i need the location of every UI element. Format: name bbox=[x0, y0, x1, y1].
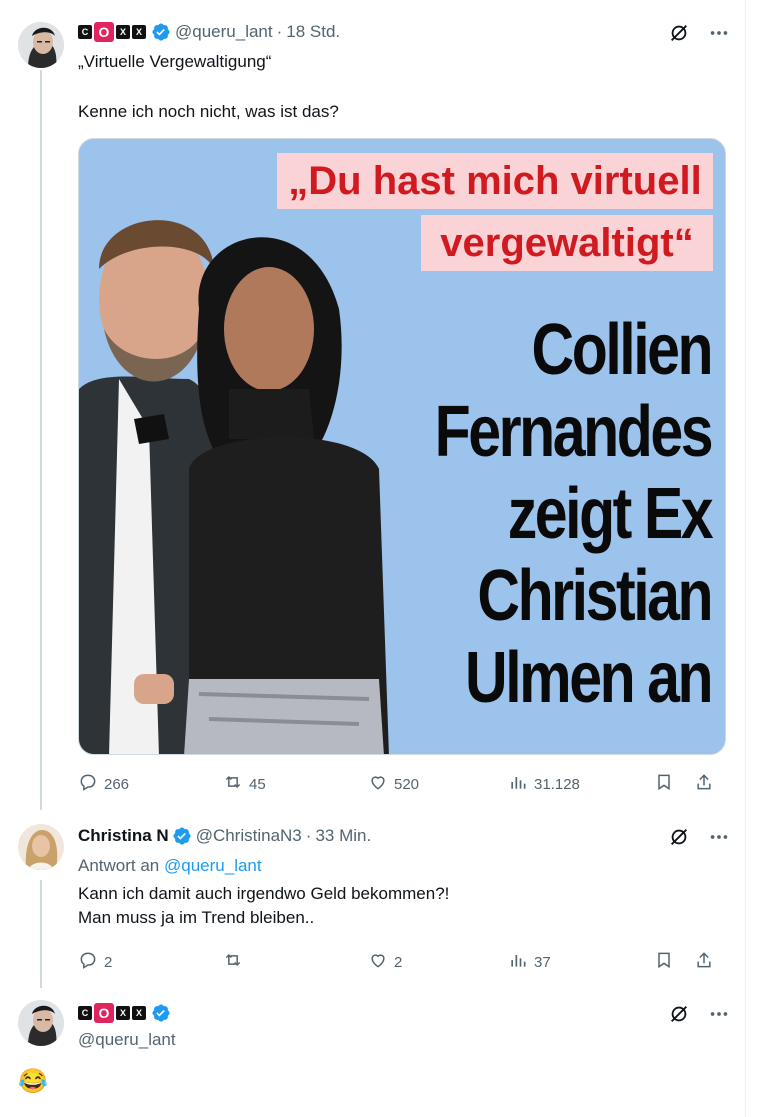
bookmark-button[interactable] bbox=[654, 772, 674, 796]
share-icon bbox=[694, 772, 714, 796]
badge: X bbox=[116, 1006, 130, 1020]
tweet-line: Man muss ja im Trend bleiben.. bbox=[78, 908, 315, 927]
tweet-text: Kann ich damit auch irgendwo Geld bekomm… bbox=[78, 882, 449, 930]
tweet-text: Kenne ich noch nicht, was ist das? bbox=[78, 100, 339, 124]
like-button[interactable]: 2 bbox=[368, 950, 508, 974]
tweet-line: Kenne ich noch nicht, was ist das? bbox=[78, 102, 339, 121]
more-icon[interactable] bbox=[708, 826, 730, 848]
share-icon bbox=[694, 950, 714, 974]
tweet-header: C O X X @queru_lant · 18 Std. bbox=[78, 22, 340, 42]
reply-count: 2 bbox=[104, 953, 113, 971]
avatar[interactable] bbox=[18, 824, 64, 870]
like-count: 2 bbox=[394, 953, 403, 971]
author-name[interactable]: Christina N bbox=[78, 826, 169, 846]
headline-line: Christian bbox=[477, 556, 713, 636]
tweet-header: C O X X bbox=[78, 1003, 175, 1023]
headline-line: Ulmen an bbox=[464, 638, 714, 718]
avatar[interactable] bbox=[18, 1000, 64, 1046]
quote-line: vergewaltigt“ bbox=[440, 221, 694, 265]
tweet-top-actions bbox=[668, 1003, 730, 1025]
verified-icon bbox=[151, 22, 171, 42]
thread-view: C O X X @queru_lant · 18 Std. „Virtuelle… bbox=[0, 0, 746, 1117]
headline-line: Fernandes bbox=[434, 392, 714, 472]
views-button[interactable]: 37 bbox=[508, 950, 656, 974]
grok-icon[interactable] bbox=[668, 826, 690, 848]
retweet-icon bbox=[223, 950, 243, 974]
grok-icon[interactable] bbox=[668, 22, 690, 44]
tweet-top-actions bbox=[668, 826, 730, 848]
tweet-text: „Virtuelle Vergewaltigung“ bbox=[78, 50, 271, 74]
tweet-line: „Virtuelle Vergewaltigung“ bbox=[78, 52, 272, 71]
reply-count: 266 bbox=[104, 775, 130, 793]
like-count: 520 bbox=[394, 775, 420, 793]
share-button[interactable] bbox=[694, 950, 714, 974]
retweet-icon bbox=[223, 772, 243, 796]
headline-line: zeigt Ex bbox=[507, 474, 714, 554]
views-icon bbox=[508, 950, 528, 974]
bookmark-button[interactable] bbox=[654, 950, 674, 974]
reply-to-link[interactable]: @queru_lant bbox=[164, 856, 262, 875]
views-button[interactable]: 31.128 bbox=[508, 772, 656, 796]
separator: · bbox=[276, 22, 283, 41]
badge: X bbox=[132, 25, 146, 39]
timestamp[interactable]: 33 Min. bbox=[315, 826, 371, 846]
quote-line: „Du hast mich virtuell bbox=[288, 159, 702, 203]
quote-banner: „Du hast mich virtuell bbox=[277, 153, 713, 209]
avatar[interactable] bbox=[18, 22, 64, 68]
headline-line: Collien bbox=[531, 310, 713, 390]
views-count: 31.128 bbox=[534, 775, 580, 793]
verified-icon bbox=[172, 826, 192, 846]
bookmark-icon bbox=[654, 772, 674, 796]
thread-line bbox=[40, 70, 42, 810]
quote-banner: vergewaltigt“ bbox=[421, 215, 713, 271]
badge: O bbox=[94, 22, 114, 42]
reply-button[interactable]: 2 bbox=[78, 950, 223, 974]
reply-icon bbox=[78, 950, 98, 974]
views-count: 37 bbox=[534, 953, 551, 971]
author-handle-block: @queru_lant bbox=[78, 1028, 176, 1052]
grok-icon[interactable] bbox=[668, 1003, 690, 1025]
verified-icon bbox=[151, 1003, 171, 1023]
reply-icon bbox=[78, 772, 98, 796]
more-icon[interactable] bbox=[708, 1003, 730, 1025]
reply-prefix: Antwort an bbox=[78, 856, 160, 875]
action-bar: 266 45 520 31.128 bbox=[78, 772, 726, 796]
retweet-button[interactable] bbox=[223, 950, 368, 974]
separator: · bbox=[305, 826, 312, 845]
like-icon bbox=[368, 950, 388, 974]
author-handle[interactable]: @queru_lant bbox=[175, 22, 273, 42]
retweet-count: 45 bbox=[249, 775, 266, 793]
bookmark-icon bbox=[654, 950, 674, 974]
tweet-header: Christina N @ChristinaN3 · 33 Min. bbox=[78, 826, 371, 846]
timestamp[interactable]: 18 Std. bbox=[286, 22, 340, 42]
author-handle[interactable]: @ChristinaN3 bbox=[196, 826, 302, 846]
more-icon[interactable] bbox=[708, 22, 730, 44]
badge: C bbox=[78, 1006, 92, 1020]
thread-line bbox=[40, 880, 42, 988]
tweet-media[interactable]: „Du hast mich virtuell vergewaltigt“ Col… bbox=[78, 138, 726, 755]
badge: X bbox=[116, 25, 130, 39]
like-button[interactable]: 520 bbox=[368, 772, 508, 796]
share-button[interactable] bbox=[694, 772, 714, 796]
headline: Collien Fernandes zeigt Ex Christian Ulm… bbox=[434, 309, 714, 719]
retweet-button[interactable]: 45 bbox=[223, 772, 368, 796]
badge: C bbox=[78, 25, 92, 39]
badge: O bbox=[94, 1003, 114, 1023]
reply-button[interactable]: 266 bbox=[78, 772, 223, 796]
tweet-top-actions bbox=[668, 22, 730, 44]
badge: X bbox=[132, 1006, 146, 1020]
reply-context: Antwort an @queru_lant bbox=[78, 854, 262, 878]
action-bar: 2 2 37 bbox=[78, 950, 726, 974]
tweet-emoji: 😂 bbox=[18, 1068, 48, 1095]
like-icon bbox=[368, 772, 388, 796]
tweet-line: Kann ich damit auch irgendwo Geld bekomm… bbox=[78, 884, 450, 903]
views-icon bbox=[508, 772, 528, 796]
author-handle[interactable]: @queru_lant bbox=[78, 1030, 176, 1049]
